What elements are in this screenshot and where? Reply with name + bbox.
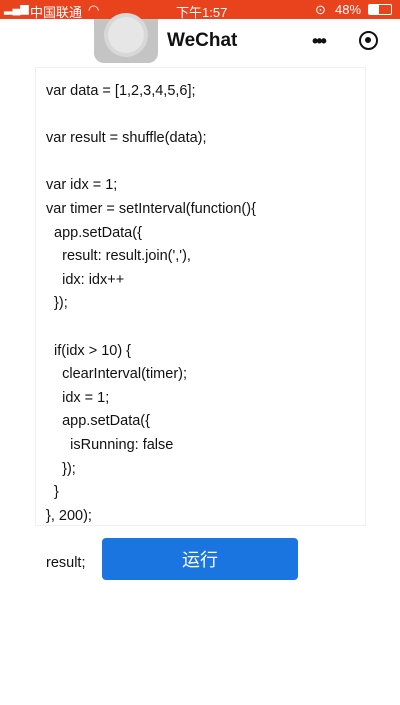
- battery-percent: 48%: [335, 2, 362, 17]
- run-button[interactable]: 运行: [102, 538, 298, 580]
- code-line: var result = shuffle(data);: [46, 130, 207, 147]
- code-line: app.setData({: [46, 413, 150, 430]
- app-icon: [94, 17, 158, 63]
- code-line: var timer = setInterval(function(){: [46, 200, 256, 217]
- wifi-icon: ◠: [88, 2, 100, 17]
- signal-icon: ▂▄▆: [4, 3, 29, 15]
- code-line: var data = [1,2,3,4,5,6];: [46, 83, 196, 99]
- code-line: if(idx > 10) {: [46, 342, 132, 359]
- status-bar: ▂▄▆ 中国联通 ◠ 下午1:57 ⊙ 48%: [0, 0, 400, 20]
- code-line: }: [46, 484, 59, 501]
- code-line: app.setData({: [46, 224, 142, 241]
- code-line: isRunning: false: [46, 436, 174, 453]
- target-icon[interactable]: [359, 31, 378, 50]
- code-line: idx: idx++: [46, 271, 125, 288]
- rotation-lock-icon: ⊙: [315, 2, 326, 17]
- code-line: });: [46, 295, 68, 312]
- code-line: clearInterval(timer);: [46, 366, 187, 383]
- code-editor[interactable]: var data = [1,2,3,4,5,6]; var result = sh…: [35, 67, 366, 571]
- battery-icon: [368, 4, 392, 15]
- code-line: var idx = 1;: [46, 177, 118, 194]
- code-line: }, 200);: [46, 507, 92, 524]
- page-title: WeChat: [167, 30, 238, 51]
- code-line: result: result.join(','),: [46, 248, 191, 265]
- code-line: });: [46, 460, 76, 477]
- code-line: idx = 1;: [46, 389, 110, 406]
- more-dots-icon[interactable]: •••: [312, 31, 327, 52]
- nav-bar: WeChat •••: [0, 17, 400, 66]
